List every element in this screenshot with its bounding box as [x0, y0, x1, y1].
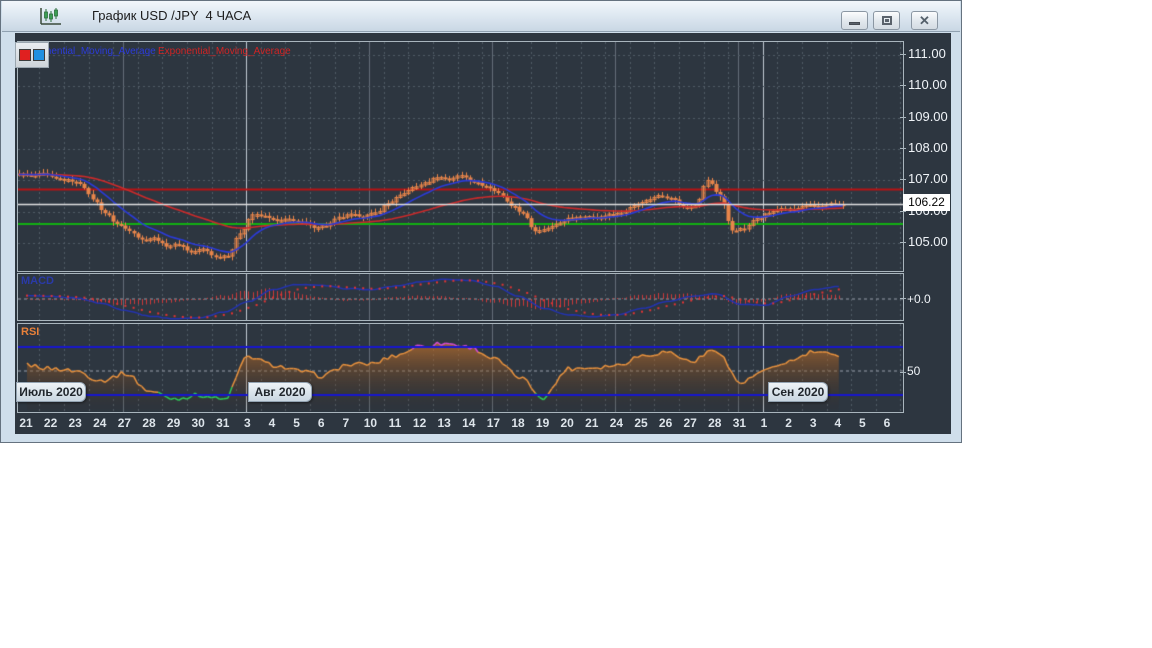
date-label: 22	[43, 416, 58, 430]
date-label: 4	[268, 416, 276, 430]
date-label: 31	[732, 416, 747, 430]
date-label: 21	[19, 416, 33, 430]
date-label: 10	[363, 416, 378, 430]
price-axis-tick	[900, 242, 906, 243]
minimize-icon	[849, 22, 860, 25]
price-axis-tick	[900, 54, 906, 55]
current-price-badge: 106.22	[903, 194, 950, 211]
date-label: 11	[388, 416, 402, 430]
price-axis-label: 107.00	[908, 171, 948, 187]
price-axis-label: 105.00	[908, 233, 948, 249]
date-label: 28	[142, 416, 156, 430]
macd-indicator-canvas[interactable]	[17, 273, 904, 321]
date-label: 12	[412, 416, 427, 430]
date-label: 13	[437, 416, 451, 430]
date-label: 2	[785, 416, 792, 430]
legend-red-series-button[interactable]	[19, 49, 31, 61]
date-label: 28	[708, 416, 722, 430]
date-label: 24	[609, 416, 624, 430]
close-button[interactable]: ✕	[911, 11, 938, 30]
date-label: 25	[634, 416, 648, 430]
price-axis-tick	[900, 179, 906, 180]
date-label: 19	[535, 416, 550, 430]
month-badge: Сен 2020	[768, 382, 828, 402]
month-badge: Авг 2020	[248, 382, 312, 402]
maximize-icon	[882, 16, 892, 25]
price-axis-tick	[900, 85, 906, 86]
date-label: 21	[585, 416, 599, 430]
date-label: 6	[317, 416, 325, 430]
title-bar[interactable]: График USD /JPY 4 ЧАСА ✕	[2, 1, 960, 32]
date-label: 24	[93, 416, 107, 430]
date-label: 5	[859, 416, 866, 430]
price-axis-tick	[900, 211, 906, 212]
legend-blue-series-button[interactable]	[33, 49, 45, 61]
candlestick-chart-icon	[40, 8, 61, 25]
rsi-panel-label: RSI	[21, 326, 40, 338]
price-axis-tick	[900, 148, 906, 149]
date-label: 14	[462, 416, 476, 430]
price-axis-tick	[900, 117, 906, 118]
indicator-axis-tick	[900, 298, 906, 299]
price-axis-label: 111.00	[908, 46, 946, 61]
price-chart-canvas[interactable]	[17, 41, 904, 272]
date-axis[interactable]: 21 22 23 24 27 28 29 30 31 3 4 5 6 7 10 11 12 13 14 17 18 19 2…	[17, 412, 902, 435]
date-label: 1	[760, 416, 768, 430]
date-label: 3	[244, 416, 251, 430]
date-label: 20	[560, 416, 574, 430]
macd-zero-label: +0.0	[907, 292, 931, 306]
date-label: 29	[166, 416, 181, 430]
legend-ema-slow-label: Exponential_Moving_Average	[158, 46, 291, 57]
rsi-mid-label: 50	[907, 364, 921, 378]
chart-window: График USD /JPY 4 ЧАСА ✕ Exponential_Mov…	[0, 0, 962, 443]
date-label: 31	[216, 416, 230, 430]
date-label: 30	[191, 416, 205, 430]
date-label: 23	[68, 416, 82, 430]
date-label: 27	[117, 416, 132, 430]
price-axis-label: 108.00	[908, 139, 948, 155]
date-label: 27	[683, 416, 697, 430]
indicator-axis-tick	[900, 372, 906, 373]
date-label: 26	[658, 416, 673, 430]
window-title: График USD /JPY 4 ЧАСА	[92, 8, 252, 23]
date-label: 4	[834, 416, 842, 430]
date-label: 5	[293, 416, 300, 430]
date-label: 6	[883, 416, 891, 430]
date-label: 7	[342, 416, 350, 430]
desktop: { "window": { "title": "График USD /JPY …	[0, 0, 1152, 648]
date-label: 3	[809, 416, 817, 430]
price-axis-label: 109.00	[908, 108, 948, 124]
maximize-button[interactable]	[873, 11, 900, 30]
date-label: 18	[511, 416, 525, 430]
legend-button-box	[15, 42, 49, 68]
macd-panel-label: MACD	[21, 275, 54, 287]
close-icon: ✕	[919, 13, 930, 28]
month-badge: Июль 2020	[16, 382, 86, 402]
price-axis-label: 110.00	[908, 77, 947, 93]
minimize-button[interactable]	[841, 11, 868, 30]
date-label: 17	[486, 416, 501, 430]
